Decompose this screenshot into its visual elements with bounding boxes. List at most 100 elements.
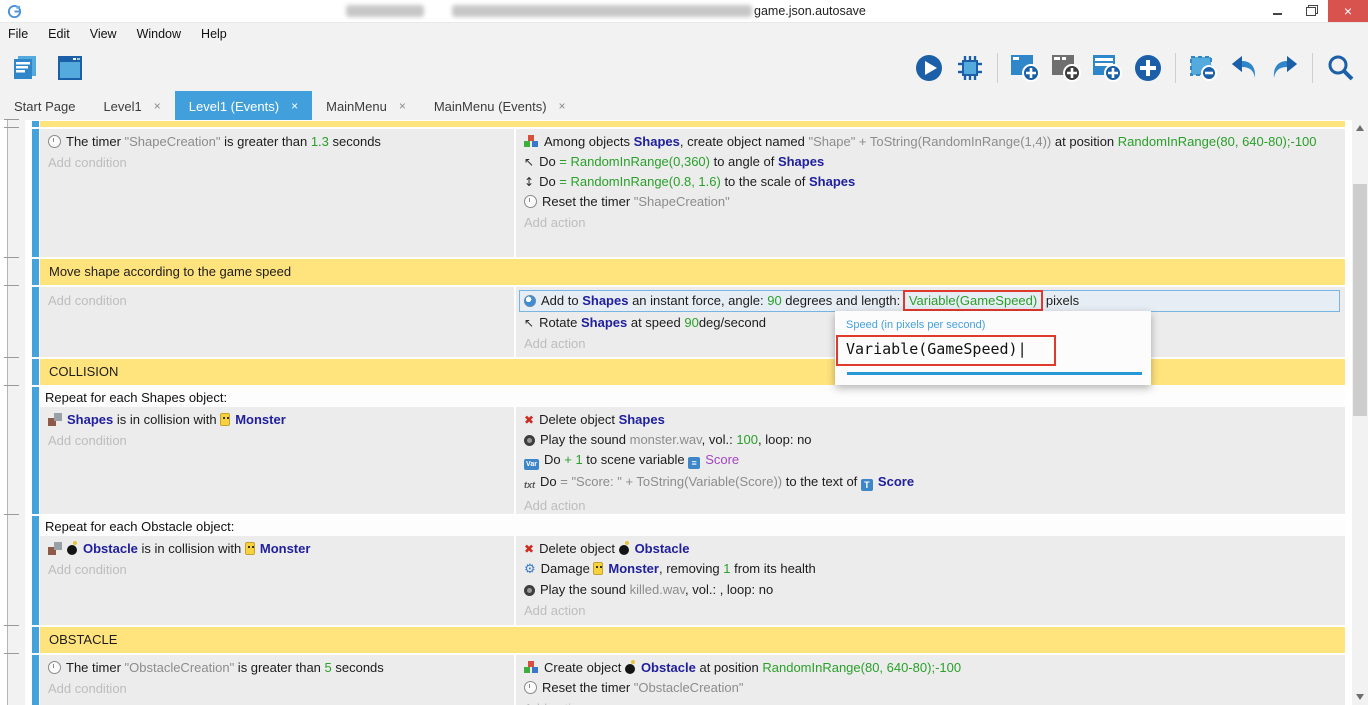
add-condition-button[interactable]: Add condition: [44, 559, 510, 580]
condition-row[interactable]: Shapes is in collision with Monster: [44, 410, 510, 430]
text-segment: killed.wav: [630, 582, 685, 597]
add-new-button[interactable]: [1130, 50, 1166, 86]
close-button[interactable]: ×: [1328, 0, 1368, 22]
condition-row[interactable]: Obstacle is in collision with Monster: [44, 539, 510, 559]
action-row[interactable]: Reset the timer "ShapeCreation": [520, 192, 1341, 212]
obstacle-icon: [625, 660, 636, 674]
project-manager-button[interactable]: [8, 50, 44, 86]
add-comment-button[interactable]: [1089, 50, 1125, 86]
scene-editor-button[interactable]: [52, 50, 88, 86]
tab-start-page[interactable]: Start Page: [0, 91, 89, 121]
action-row[interactable]: Do + 1 to scene variable Score: [520, 450, 1341, 472]
menu-edit[interactable]: Edit: [38, 23, 80, 45]
add-condition-button[interactable]: Add condition: [44, 430, 510, 451]
action-row[interactable]: ↖Do = RandomInRange(0,360) to angle of S…: [520, 152, 1341, 172]
comment-strip: [40, 121, 1345, 127]
event-drag-bar[interactable]: [32, 655, 39, 705]
comment-text[interactable]: Move shape according to the game speed: [40, 259, 1345, 285]
action-row[interactable]: Add to Shapes an instant force, angle: 9…: [519, 290, 1340, 312]
event-drag-bar[interactable]: [32, 121, 39, 127]
comment-text[interactable]: OBSTACLE: [40, 627, 1345, 653]
text-segment: at speed: [627, 315, 684, 330]
action-row[interactable]: ✖Delete object Shapes: [520, 410, 1341, 430]
add-condition-button[interactable]: Add condition: [44, 152, 510, 173]
action-row[interactable]: Reset the timer "ObstacleCreation": [520, 678, 1341, 698]
menu-file[interactable]: File: [0, 23, 38, 45]
tab-close-icon[interactable]: ×: [559, 99, 566, 113]
event-drag-bar[interactable]: [32, 627, 39, 653]
event-drag-bar[interactable]: [32, 516, 39, 625]
text-segment: Variable(GameSpeed): [909, 293, 1037, 308]
event-row: Repeat for each Obstacle object: Obstacle…: [32, 516, 1345, 625]
add-action-button[interactable]: Add action: [520, 212, 1341, 233]
text-segment: RandomInRange(80, 640-80);-100: [762, 660, 961, 675]
collision-icon: [48, 413, 62, 426]
text-segment: at position: [696, 660, 763, 675]
event-drag-bar[interactable]: [32, 287, 39, 357]
add-condition-button[interactable]: Add condition: [44, 290, 510, 311]
add-event-button[interactable]: [1007, 50, 1043, 86]
add-subevent-button[interactable]: [1048, 50, 1084, 86]
text-segment: "ObstacleCreation": [634, 680, 744, 695]
text-segment: no: [759, 582, 773, 597]
remove-event-button[interactable]: [1185, 50, 1221, 86]
vertical-scrollbar[interactable]: [1352, 120, 1368, 705]
scrollbar-thumb[interactable]: [1353, 184, 1367, 416]
annotation-rectangle: Variable(GameSpeed)|: [836, 335, 1056, 366]
scroll-down-icon[interactable]: [1356, 694, 1364, 700]
add-condition-button[interactable]: Add condition: [44, 678, 510, 699]
tab-level1-events-[interactable]: Level1 (Events)×: [175, 91, 312, 121]
title-bar: game.json.autosave ×: [0, 0, 1368, 23]
action-row[interactable]: Play the sound monster.wav, vol.: 100, l…: [520, 430, 1341, 450]
tab-mainmenu[interactable]: MainMenu×: [312, 91, 420, 121]
for-each-header[interactable]: Repeat for each Shapes object:: [40, 387, 1345, 407]
text-segment: 1: [723, 561, 730, 576]
action-row[interactable]: ↕Do = RandomInRange(0.8, 1.6) to the sca…: [520, 172, 1341, 192]
for-each-header[interactable]: Repeat for each Obstacle object:: [40, 516, 1345, 536]
text-segment: to the text of: [782, 474, 861, 489]
event-drag-bar[interactable]: [32, 129, 39, 257]
action-row[interactable]: Create object Obstacle at position Rando…: [520, 658, 1341, 678]
scroll-up-icon[interactable]: [1356, 125, 1364, 131]
obstacle-icon: [67, 541, 78, 555]
tab-close-icon[interactable]: ×: [399, 99, 406, 113]
search-button[interactable]: [1322, 50, 1358, 86]
restore-button[interactable]: [1294, 0, 1328, 22]
undo-button[interactable]: [1226, 50, 1262, 86]
text-segment: is greater than: [220, 134, 310, 149]
minimize-button[interactable]: [1260, 0, 1294, 22]
event-drag-bar[interactable]: [32, 259, 39, 285]
action-row[interactable]: Play the sound killed.wav, vol.: , loop:…: [520, 580, 1341, 600]
gutter-tick: [4, 357, 19, 358]
text-segment: Reset the timer: [542, 680, 634, 695]
text-segment: 100: [736, 432, 758, 447]
expression-input[interactable]: Variable(GameSpeed)|: [846, 340, 1027, 358]
event-drag-bar[interactable]: [32, 359, 39, 385]
action-row[interactable]: ⚙Damage Monster, removing 1 from its hea…: [520, 559, 1341, 580]
add-action-button[interactable]: Add action: [520, 495, 1341, 514]
menu-view[interactable]: View: [80, 23, 127, 45]
text-segment: 1.3: [311, 134, 329, 149]
tab-mainmenu-events-[interactable]: MainMenu (Events)×: [420, 91, 580, 121]
text-segment: , loop:: [758, 432, 797, 447]
redo-button[interactable]: [1267, 50, 1303, 86]
tab-close-icon[interactable]: ×: [154, 99, 161, 113]
debug-button[interactable]: [952, 50, 988, 86]
condition-row[interactable]: The timer "ObstacleCreation" is greater …: [44, 658, 510, 678]
event-drag-bar[interactable]: [32, 387, 39, 514]
text-segment: , vol.: , loop:: [685, 582, 759, 597]
monster-icon: [245, 542, 255, 555]
menu-window[interactable]: Window: [127, 23, 191, 45]
preview-play-button[interactable]: [911, 50, 947, 86]
condition-row[interactable]: The timer "ShapeCreation" is greater tha…: [44, 132, 510, 152]
add-action-button[interactable]: Add action: [520, 600, 1341, 621]
action-row[interactable]: Do = "Score: " + ToString(Variable(Score…: [520, 472, 1341, 495]
action-row[interactable]: ✖Delete object Obstacle: [520, 539, 1341, 559]
tab-level1[interactable]: Level1×: [89, 91, 174, 121]
tab-close-icon[interactable]: ×: [291, 99, 298, 113]
action-row[interactable]: Among objects Shapes, create object name…: [520, 132, 1341, 152]
add-action-button[interactable]: Add action: [520, 698, 1341, 705]
text-segment: pixels: [1042, 293, 1079, 308]
app-logo-icon: [7, 4, 22, 19]
menu-help[interactable]: Help: [191, 23, 237, 45]
